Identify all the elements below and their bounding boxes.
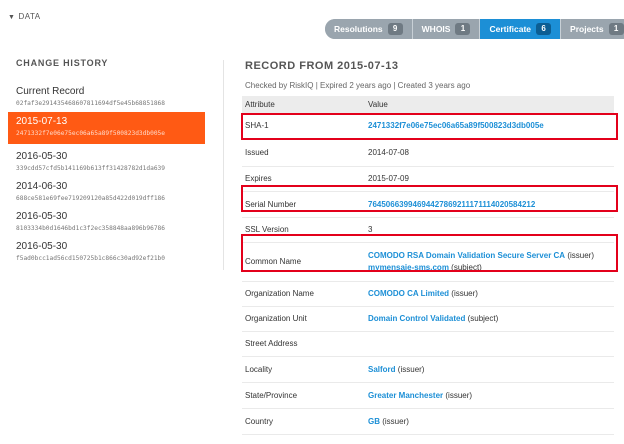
org-name-suffix: (issuer) <box>451 289 478 298</box>
data-label: DATA <box>18 12 41 21</box>
row-label: State/Province <box>242 382 365 409</box>
row-value: Greater Manchester (issuer) <box>365 382 614 409</box>
cn-subject-link[interactable]: mymensaje-sms.com <box>368 263 449 272</box>
row-label: Organization Name <box>242 281 365 307</box>
row-label: Country <box>242 408 365 435</box>
table-row: Country GB (issuer) <box>242 408 614 435</box>
history-hash: 339cdd57cfd5b141169b613ff31428782d1da639 <box>16 165 166 172</box>
state-suffix: (issuer) <box>445 390 473 400</box>
tab-projects[interactable]: Projects 1 <box>561 19 624 39</box>
record-title: RECORD FROM 2015-07-13 <box>245 60 399 72</box>
locality-suffix: (issuer) <box>397 364 425 374</box>
tab-count-badge: 1 <box>455 23 471 35</box>
history-item[interactable]: 2016-05-30 8103334b0d1646bd1c3f2ec358848… <box>8 207 205 236</box>
tab-whois[interactable]: WHOIS 1 <box>412 19 481 39</box>
table-row: Common Name COMODO RSA Domain Validation… <box>242 242 614 282</box>
cn-subject-line: mymensaje-sms.com (subject) <box>368 263 611 272</box>
history-item[interactable]: 2014-06-30 688ce581e69fee719209120a85d42… <box>8 177 205 206</box>
tab-bar: Resolutions 9 WHOIS 1 Certificate 6 Project… <box>325 19 624 39</box>
country-suffix: (issuer) <box>382 416 409 426</box>
row-value: Domain Control Validated (subject) <box>365 306 614 332</box>
row-value: 2014-07-08 <box>365 139 614 167</box>
table-row: SHA-1 2471332f7e06e75ec06a65a89f500823d3… <box>242 113 614 140</box>
tab-label: Certificate <box>489 24 532 34</box>
row-value: 3 <box>365 217 614 243</box>
history-date: 2015-07-13 <box>16 116 68 127</box>
table-row: Locality Salford (issuer) <box>242 356 614 383</box>
data-section-toggle[interactable]: ▼ DATA <box>8 12 41 21</box>
caret-down-icon: ▼ <box>8 14 16 21</box>
cn-issuer-suffix: (issuer) <box>567 251 594 260</box>
cn-subject-suffix: (subject) <box>451 263 482 272</box>
row-label: SSL Version <box>242 217 365 243</box>
certificate-table: Attribute Value SHA-1 2471332f7e06e75ec0… <box>242 96 614 435</box>
org-name-link[interactable]: COMODO CA Limited <box>368 289 449 298</box>
tab-certificate[interactable]: Certificate 6 <box>480 19 562 39</box>
table-row: Issued 2014-07-08 <box>242 139 614 167</box>
table-row: SSL Version 3 <box>242 217 614 243</box>
record-panel: RECORD FROM 2015-07-13 Checked by RiskIQ… <box>242 60 615 435</box>
table-row: Street Address <box>242 331 614 357</box>
cn-issuer-line: COMODO RSA Domain Validation Secure Serv… <box>368 251 611 260</box>
serial-number-link[interactable]: 76450663994694427869211171114020584212 <box>368 200 535 209</box>
column-header-attribute: Attribute <box>242 96 365 113</box>
table-row: Organization Name COMODO CA Limited (iss… <box>242 281 614 307</box>
history-hash: f5ad0bcc1ad56cd150725b1c866c30ad92ef21b0 <box>16 255 166 262</box>
tab-count-badge: 1 <box>608 23 624 35</box>
row-value: 2015-07-09 <box>365 166 614 192</box>
history-item-selected[interactable]: 2015-07-13 2471332f7e06e75ec06a65a89f500… <box>8 112 205 144</box>
history-hash: 8103334b0d1646bd1c3f2ec358848aa896b96786 <box>16 225 166 232</box>
row-value: COMODO RSA Domain Validation Secure Serv… <box>365 242 614 282</box>
state-link[interactable]: Greater Manchester <box>368 391 443 400</box>
history-item-current[interactable]: Current Record 02faf3e291435468607811694… <box>8 82 205 111</box>
history-date: 2016-05-30 <box>16 241 68 252</box>
org-unit-suffix: (subject) <box>467 314 499 323</box>
row-value: Salford (issuer) <box>365 356 614 383</box>
history-hash: 2471332f7e06e75ec06a65a89f500823d3db005e <box>16 130 166 137</box>
record-meta: Checked by RiskIQ | Expired 2 years ago … <box>245 81 471 90</box>
row-label: Expires <box>242 166 365 192</box>
table-row: Organization Unit Domain Control Validat… <box>242 306 614 332</box>
row-value: 76450663994694427869211171114020584212 <box>365 191 614 218</box>
sha1-link[interactable]: 2471332f7e06e75ec06a65a89f500823d3db005e <box>368 121 544 130</box>
tab-resolutions[interactable]: Resolutions 9 <box>325 19 413 39</box>
row-label: Street Address <box>242 331 365 357</box>
cn-issuer-link[interactable]: COMODO RSA Domain Validation Secure Serv… <box>368 251 565 260</box>
locality-link[interactable]: Salford <box>368 365 396 374</box>
row-label: Serial Number <box>242 191 365 218</box>
row-value: COMODO CA Limited (issuer) <box>365 281 614 307</box>
org-unit-link[interactable]: Domain Control Validated <box>368 314 465 323</box>
table-row: Serial Number 76450663994694427869211171… <box>242 191 614 218</box>
table-header-row: Attribute Value <box>242 96 614 113</box>
history-hash: 02faf3e291435468607811694df5e45b68851868 <box>16 100 166 107</box>
row-label: Organization Unit <box>242 306 365 332</box>
row-value: GB (issuer) <box>365 408 614 435</box>
history-hash: 688ce581e69fee719209120a85d422d019dff186 <box>16 195 166 202</box>
history-item[interactable]: 2016-05-30 339cdd57cfd5b141169b613ff3142… <box>8 147 205 176</box>
row-value: 2471332f7e06e75ec06a65a89f500823d3db005e <box>365 113 614 140</box>
tab-label: Projects <box>570 24 604 34</box>
row-label: SHA-1 <box>242 113 365 140</box>
table-row: Expires 2015-07-09 <box>242 166 614 192</box>
row-label: Locality <box>242 356 365 383</box>
history-item[interactable]: 2016-05-30 f5ad0bcc1ad56cd150725b1c866c3… <box>8 237 205 266</box>
row-label: Issued <box>242 139 365 167</box>
change-history-title: CHANGE HISTORY <box>16 58 109 68</box>
tab-label: WHOIS <box>421 24 451 34</box>
row-value <box>365 331 614 357</box>
history-date: 2016-05-30 <box>16 211 68 222</box>
tab-count-badge: 9 <box>387 23 403 35</box>
column-header-value: Value <box>365 96 614 113</box>
row-label: Common Name <box>242 242 365 282</box>
change-history-panel: CHANGE HISTORY <box>0 58 210 68</box>
tab-label: Resolutions <box>334 24 383 34</box>
panel-divider <box>223 60 224 270</box>
country-link[interactable]: GB <box>368 417 380 426</box>
history-date: 2014-06-30 <box>16 181 68 192</box>
table-row: State/Province Greater Manchester (issue… <box>242 382 614 409</box>
history-date: Current Record <box>16 86 85 97</box>
tab-count-badge: 6 <box>536 23 552 35</box>
history-date: 2016-05-30 <box>16 151 68 162</box>
